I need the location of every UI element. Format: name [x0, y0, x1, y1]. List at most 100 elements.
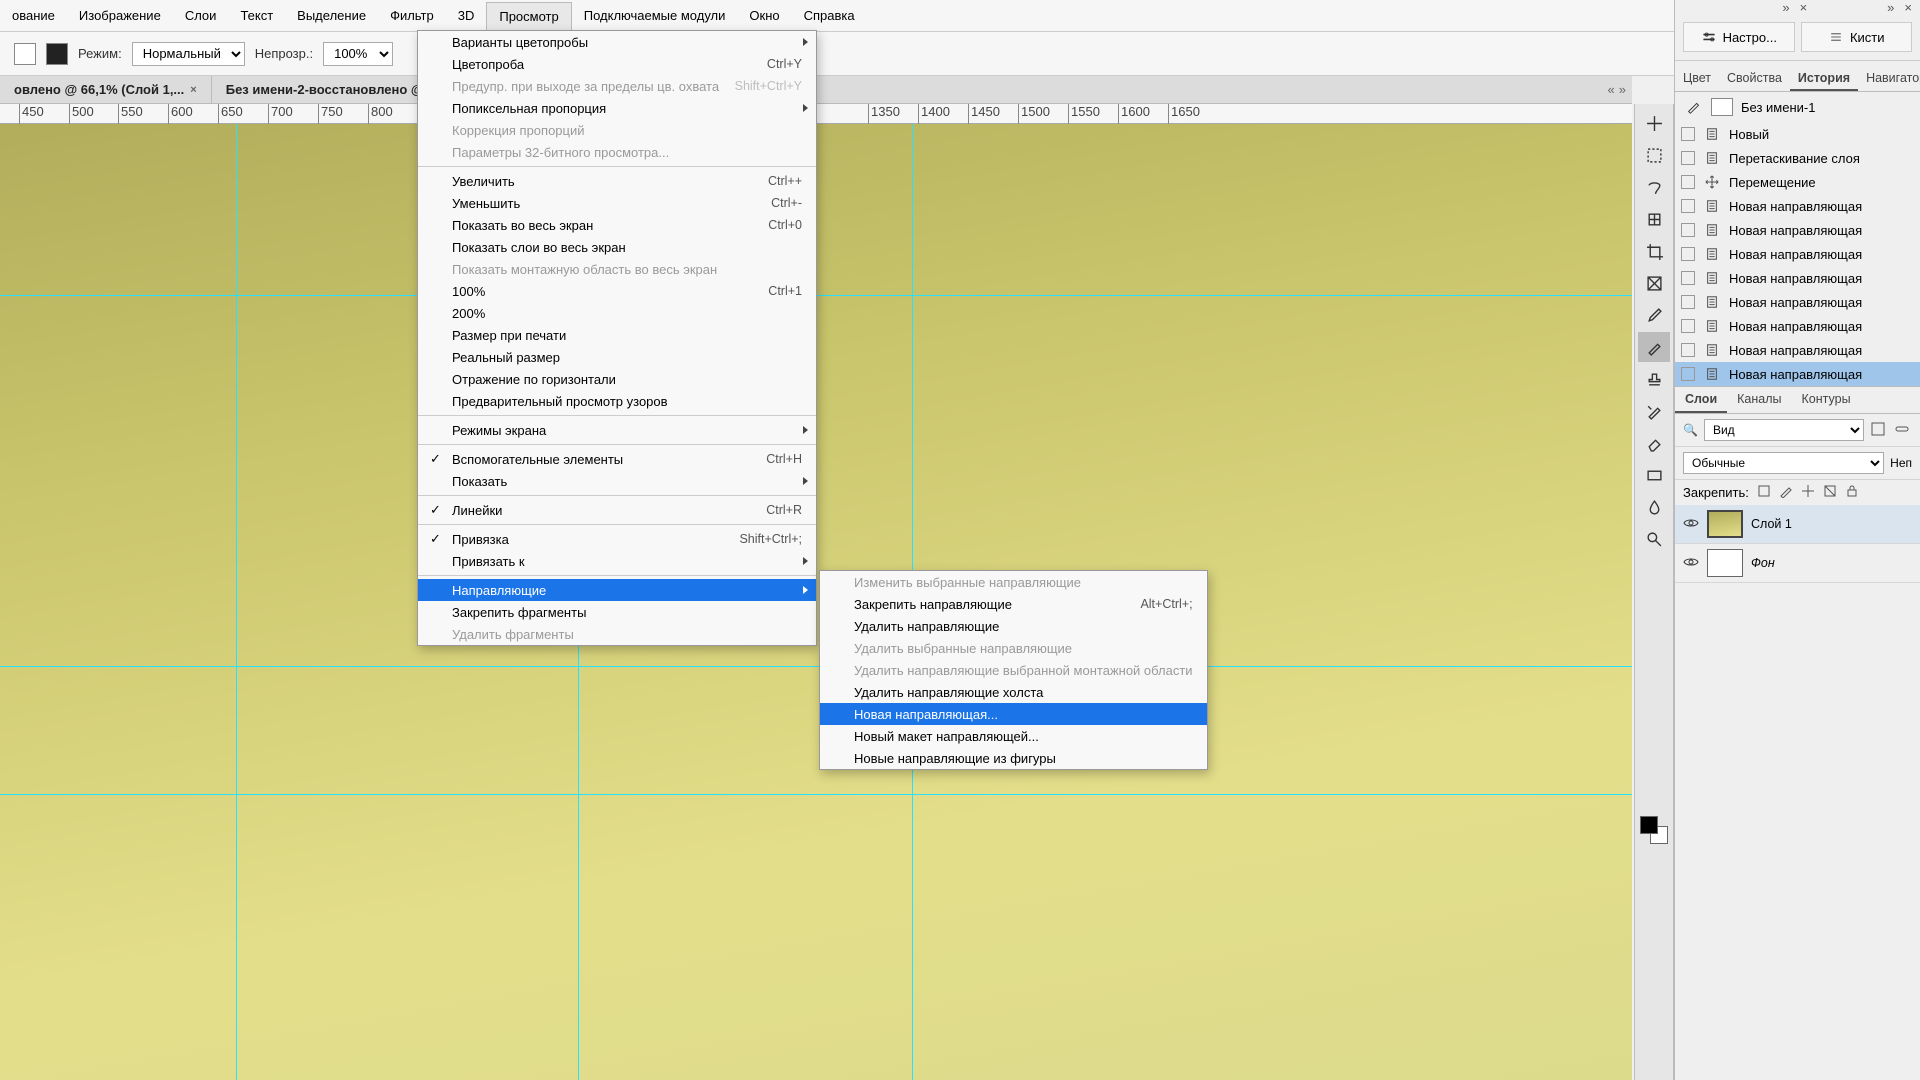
- panel-tab[interactable]: Каналы: [1727, 387, 1791, 413]
- marquee-tool[interactable]: [1638, 140, 1670, 170]
- stamp-tool[interactable]: [1638, 364, 1670, 394]
- menu-item[interactable]: Новая направляющая...: [820, 703, 1207, 725]
- menu-item[interactable]: Удалить направляющие: [820, 615, 1207, 637]
- history-checkbox[interactable]: [1681, 247, 1695, 261]
- history-brush-tool[interactable]: [1638, 396, 1670, 426]
- history-checkbox[interactable]: [1681, 295, 1695, 309]
- history-checkbox[interactable]: [1681, 199, 1695, 213]
- menu-item[interactable]: Удалить направляющие холста: [820, 681, 1207, 703]
- menu-item[interactable]: Изображение: [67, 2, 173, 29]
- menu-item[interactable]: ЛинейкиCtrl+R: [418, 499, 816, 521]
- brushes-panel-button[interactable]: Кисти: [1801, 22, 1913, 52]
- panel-tab[interactable]: История: [1790, 67, 1858, 91]
- menu-item[interactable]: Просмотр: [486, 2, 571, 30]
- history-step[interactable]: Новая направляющая: [1675, 242, 1920, 266]
- menu-item[interactable]: Показать во весь экранCtrl+0: [418, 214, 816, 236]
- menu-item[interactable]: Показать: [418, 470, 816, 492]
- lock-move-icon[interactable]: [1801, 484, 1815, 501]
- menu-item[interactable]: Вспомогательные элементыCtrl+H: [418, 448, 816, 470]
- history-checkbox[interactable]: [1681, 175, 1695, 189]
- menu-item[interactable]: 3D: [446, 2, 487, 29]
- visibility-eye-icon[interactable]: [1683, 517, 1699, 532]
- history-step[interactable]: Новая направляющая: [1675, 218, 1920, 242]
- history-step[interactable]: Новая направляющая: [1675, 194, 1920, 218]
- history-step[interactable]: Перетаскивание слоя: [1675, 146, 1920, 170]
- history-step[interactable]: Новая направляющая: [1675, 314, 1920, 338]
- collapse-icon[interactable]: »: [1887, 0, 1894, 15]
- menu-item[interactable]: ЦветопробаCtrl+Y: [418, 53, 816, 75]
- gradient-tool[interactable]: [1638, 460, 1670, 490]
- lock-brush-icon[interactable]: [1779, 484, 1793, 501]
- close-icon[interactable]: ×: [1904, 0, 1912, 15]
- filter-image-icon[interactable]: [1870, 421, 1888, 439]
- menu-item[interactable]: Выделение: [285, 2, 378, 29]
- history-step[interactable]: Перемещение: [1675, 170, 1920, 194]
- menu-item[interactable]: ование: [0, 2, 67, 29]
- menu-item[interactable]: Закрепить направляющиеAlt+Ctrl+;: [820, 593, 1207, 615]
- tool-preset-icon[interactable]: [46, 43, 68, 65]
- layer-row[interactable]: Фон: [1675, 544, 1920, 583]
- lock-all-icon[interactable]: [1845, 484, 1859, 501]
- layer-filter-select[interactable]: Вид: [1704, 419, 1864, 441]
- history-checkbox[interactable]: [1681, 319, 1695, 333]
- menu-item[interactable]: Размер при печати: [418, 324, 816, 346]
- tab-menu-icon[interactable]: »: [1619, 82, 1626, 97]
- menu-item[interactable]: 200%: [418, 302, 816, 324]
- filter-switch-icon[interactable]: [1894, 421, 1912, 439]
- blend-mode-select[interactable]: Нормальный: [132, 42, 245, 66]
- menu-item[interactable]: Новый макет направляющей...: [820, 725, 1207, 747]
- guide-horizontal[interactable]: [0, 666, 1632, 667]
- history-step[interactable]: Новый: [1675, 122, 1920, 146]
- menu-item[interactable]: Слои: [173, 2, 229, 29]
- frame-tool[interactable]: [1638, 268, 1670, 298]
- panel-tab[interactable]: Свойства: [1719, 67, 1790, 91]
- panel-tab[interactable]: Навигатор: [1858, 67, 1920, 91]
- panel-tab[interactable]: Слои: [1675, 387, 1727, 413]
- foreground-swatch[interactable]: [14, 43, 36, 65]
- history-checkbox[interactable]: [1681, 343, 1695, 357]
- menu-item[interactable]: Справка: [792, 2, 867, 29]
- lasso-tool[interactable]: [1638, 172, 1670, 202]
- blend-mode-select[interactable]: Обычные: [1683, 452, 1884, 474]
- menu-item[interactable]: Окно: [737, 2, 791, 29]
- menu-item[interactable]: Привязать к: [418, 550, 816, 572]
- guide-vertical[interactable]: [236, 124, 237, 1080]
- menu-item[interactable]: Предварительный просмотр узоров: [418, 390, 816, 412]
- lock-artboard-icon[interactable]: [1823, 484, 1837, 501]
- menu-item[interactable]: Реальный размер: [418, 346, 816, 368]
- brush-tool[interactable]: [1638, 332, 1670, 362]
- guide-horizontal[interactable]: [0, 794, 1632, 795]
- history-checkbox[interactable]: [1681, 271, 1695, 285]
- menu-item[interactable]: 100%Ctrl+1: [418, 280, 816, 302]
- adjustments-panel-button[interactable]: Настро...: [1683, 22, 1795, 52]
- eraser-tool[interactable]: [1638, 428, 1670, 458]
- menu-item[interactable]: Попиксельная пропорция: [418, 97, 816, 119]
- tab-scroll-icon[interactable]: «: [1608, 82, 1615, 97]
- move-tool[interactable]: [1638, 108, 1670, 138]
- menu-item[interactable]: Показать слои во весь экран: [418, 236, 816, 258]
- close-icon[interactable]: ×: [190, 84, 196, 96]
- opacity-select[interactable]: 100%: [323, 42, 393, 66]
- eyedrop-tool[interactable]: [1638, 300, 1670, 330]
- dodge-tool[interactable]: [1638, 524, 1670, 554]
- color-swatches[interactable]: [1640, 816, 1668, 844]
- history-checkbox[interactable]: [1681, 151, 1695, 165]
- history-checkbox[interactable]: [1681, 367, 1695, 381]
- wand-tool[interactable]: [1638, 204, 1670, 234]
- lock-pixels-icon[interactable]: [1757, 484, 1771, 501]
- menu-item[interactable]: Закрепить фрагменты: [418, 601, 816, 623]
- document-tab[interactable]: овлено @ 66,1% (Слой 1,...×: [0, 76, 212, 103]
- visibility-eye-icon[interactable]: [1683, 556, 1699, 571]
- menu-item[interactable]: Режимы экрана: [418, 419, 816, 441]
- menu-item[interactable]: Текст: [228, 2, 285, 29]
- history-checkbox[interactable]: [1681, 127, 1695, 141]
- menu-item[interactable]: ПривязкаShift+Ctrl+;: [418, 528, 816, 550]
- panel-tab[interactable]: Цвет: [1675, 67, 1719, 91]
- panel-tab[interactable]: Контуры: [1792, 387, 1861, 413]
- crop-tool[interactable]: [1638, 236, 1670, 266]
- layer-row[interactable]: Слой 1: [1675, 505, 1920, 544]
- menu-item[interactable]: УвеличитьCtrl++: [418, 170, 816, 192]
- menu-item[interactable]: УменьшитьCtrl+-: [418, 192, 816, 214]
- menu-item[interactable]: Новые направляющие из фигуры: [820, 747, 1207, 769]
- menu-item[interactable]: Отражение по горизонтали: [418, 368, 816, 390]
